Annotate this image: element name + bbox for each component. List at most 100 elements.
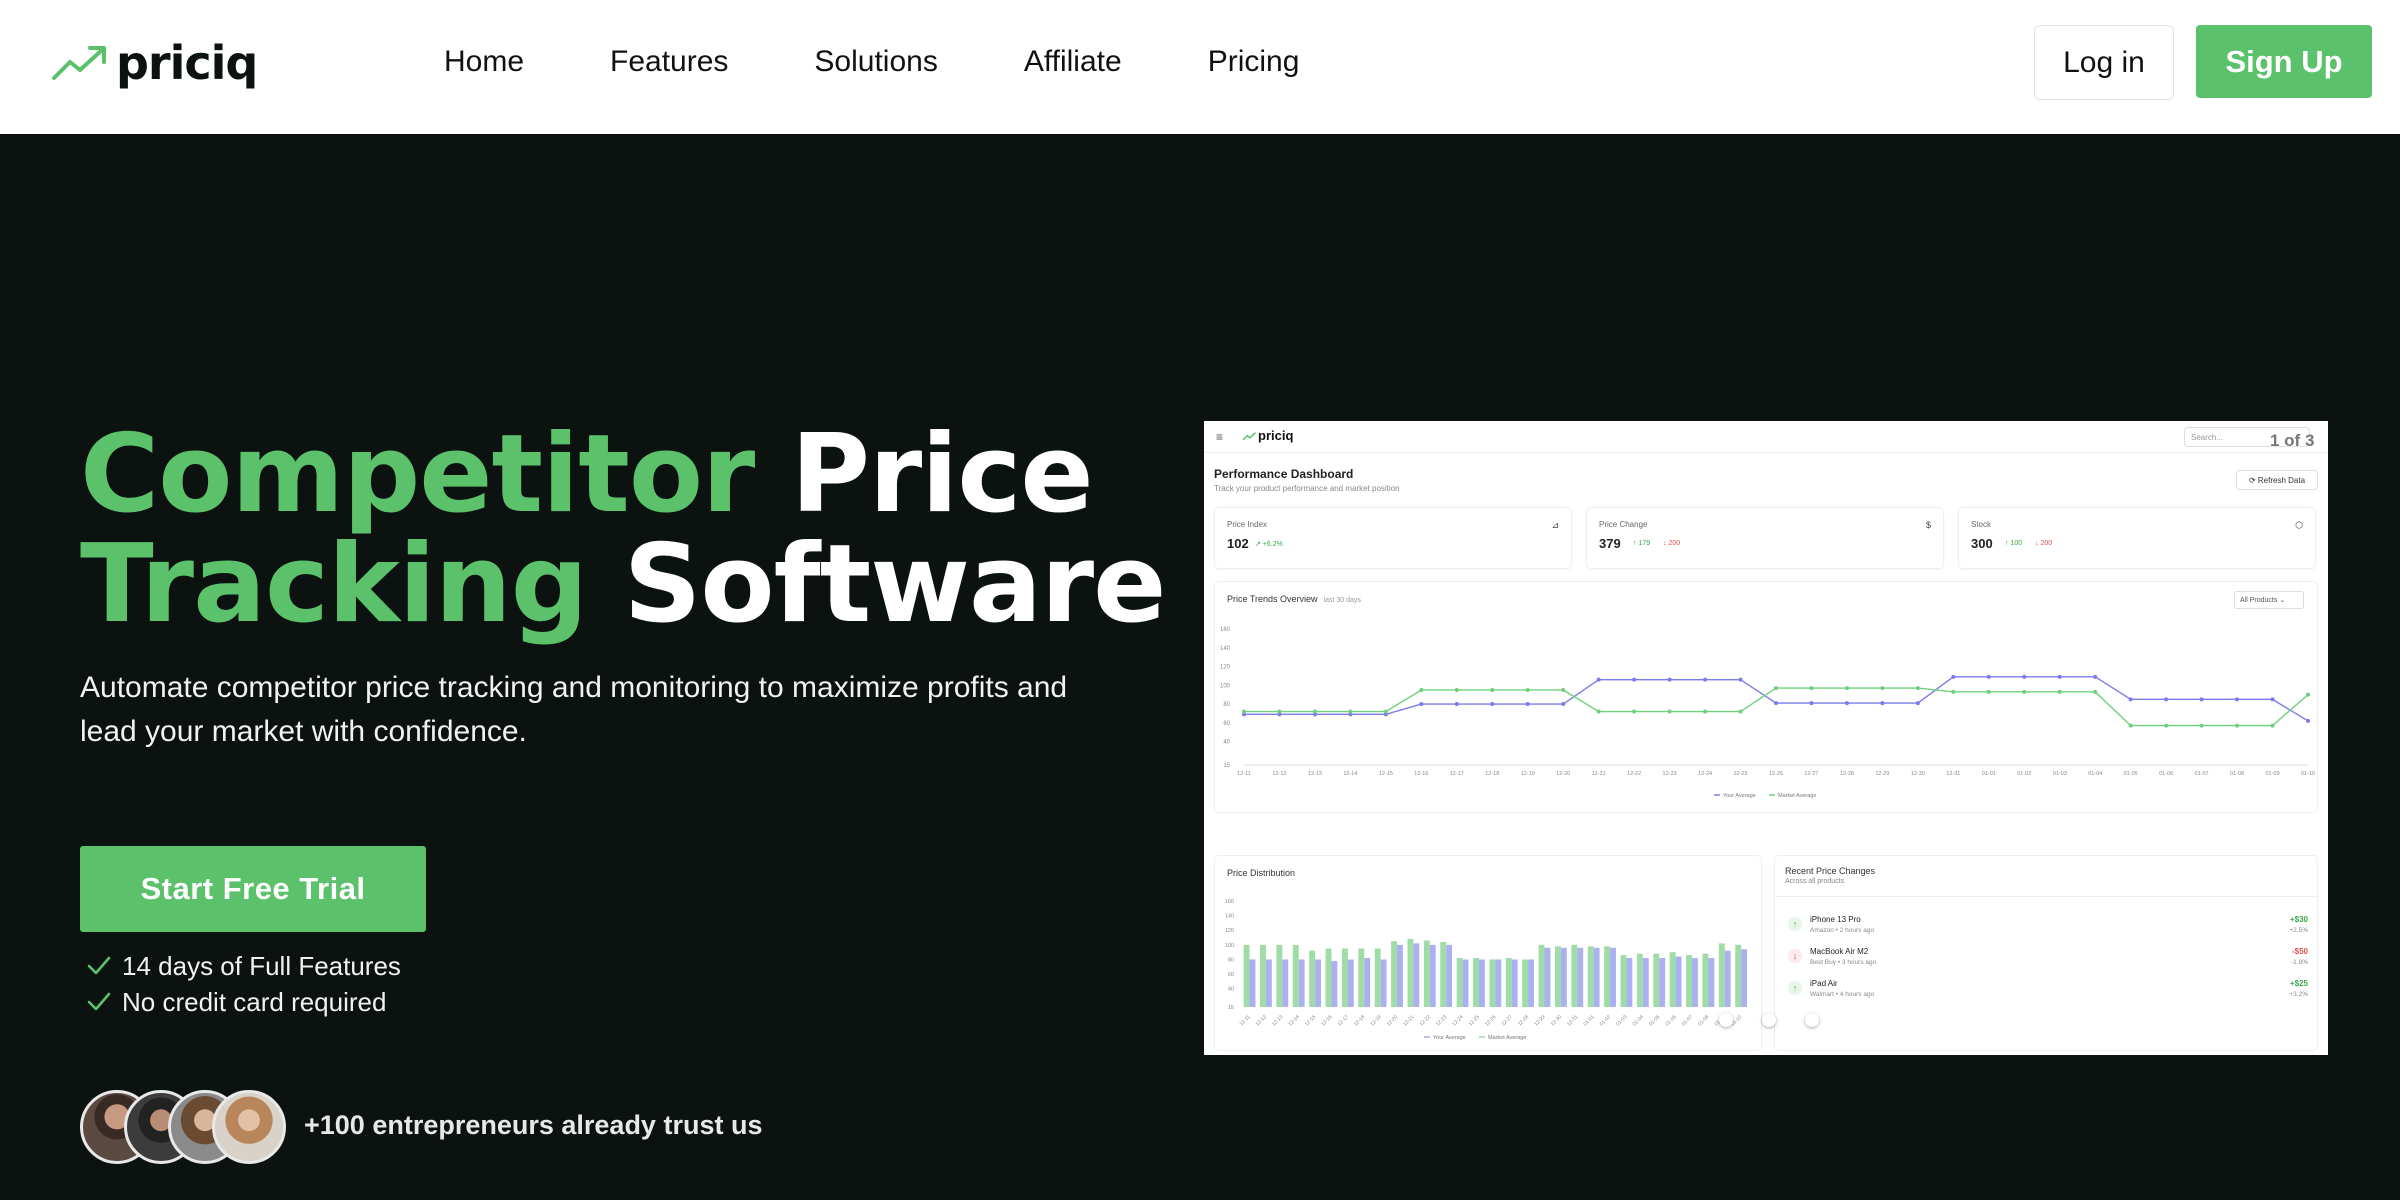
- x-tick-label: 01-10: [2301, 771, 2315, 777]
- bar: [1473, 958, 1479, 1007]
- brand-logo[interactable]: priciq: [50, 36, 258, 90]
- x-tick-label: 01-09: [2265, 771, 2279, 777]
- login-button[interactable]: Log in: [2034, 25, 2174, 100]
- y-tick-label: 160: [1225, 899, 1234, 905]
- data-point: [1703, 709, 1708, 714]
- data-point: [1454, 702, 1459, 707]
- x-tick-label: 01-04: [1632, 1014, 1645, 1027]
- carousel-dot[interactable]: [1719, 1013, 1733, 1027]
- x-tick-label: 12-21: [1402, 1014, 1415, 1027]
- recent-change-row[interactable]: ↑ iPad Air Walmart • 4 hours ago +$25 +3.2%: [1784, 975, 2314, 1003]
- signup-button[interactable]: Sign Up: [2196, 25, 2372, 98]
- nav-link-features[interactable]: Features: [610, 40, 728, 84]
- product-meta: Walmart • 4 hours ago: [1810, 991, 1875, 998]
- product-name: MacBook Air M2: [1810, 947, 1869, 956]
- x-tick-label: 12-25: [1468, 1014, 1481, 1027]
- price-trends-label: Price Trends Overview: [1227, 594, 1318, 604]
- legend-label: Market Average: [1488, 1035, 1526, 1041]
- data-point: [1703, 677, 1708, 682]
- x-tick-label: 12-15: [1304, 1014, 1317, 1027]
- dashboard-preview: ≡ priciq Search... 1 of 3 Performance Da…: [1204, 421, 2328, 1055]
- bar: [1249, 959, 1256, 1007]
- data-point: [2128, 723, 2133, 728]
- data-point: [2199, 723, 2204, 728]
- x-tick-label: 12-28: [1840, 771, 1854, 777]
- price-trends-chart: 160 140 120 100 80 60 40 15 12-11 12-12 12-13 12-14…: [1220, 627, 2315, 799]
- legend-label: Market Average: [1778, 793, 1816, 799]
- top-navbar: priciq Home Features Solutions Affiliate…: [0, 0, 2400, 134]
- carousel-dot[interactable]: [1762, 1013, 1776, 1027]
- bar: [1309, 950, 1316, 1007]
- hero-subtitle: Automate competitor price tracking and m…: [80, 671, 1068, 748]
- x-tick-label: 12-18: [1353, 1014, 1366, 1027]
- data-point: [1738, 677, 1743, 682]
- data-point: [1844, 701, 1849, 706]
- data-point: [2270, 697, 2275, 702]
- product-filter-select[interactable]: All Products ⌄: [2234, 591, 2304, 609]
- data-point: [1348, 709, 1353, 714]
- nav-link-affiliate[interactable]: Affiliate: [1024, 40, 1122, 84]
- y-tick-label: 15: [1228, 1005, 1234, 1011]
- x-tick-label: 12-12: [1272, 771, 1286, 777]
- bar: [1702, 953, 1709, 1007]
- stat-value: 379: [1599, 536, 1621, 551]
- bar: [1407, 939, 1414, 1007]
- data-point: [1242, 709, 1246, 714]
- data-point: [2164, 697, 2169, 702]
- bar: [1380, 959, 1387, 1007]
- stat-down: ↓ 200: [2035, 540, 2053, 547]
- nav-link-solutions[interactable]: Solutions: [814, 40, 937, 84]
- bar: [1429, 944, 1436, 1007]
- carousel-dot[interactable]: [1805, 1013, 1819, 1027]
- data-point: [1596, 709, 1601, 714]
- data-point: [1738, 709, 1743, 714]
- x-tick-label: 12-24: [1451, 1014, 1464, 1027]
- nav-link-pricing[interactable]: Pricing: [1208, 40, 1300, 84]
- y-tick-label: 120: [1220, 665, 1231, 671]
- hero-title: Competitor Price Tracking Software: [80, 420, 1166, 640]
- y-tick-label: 60: [1228, 972, 1234, 978]
- stat-up: ↗ +6.2%: [1255, 541, 1283, 548]
- y-tick-label: 120: [1225, 928, 1234, 934]
- chevron-down-icon: ⌄: [2279, 597, 2286, 604]
- bar: [1276, 944, 1283, 1007]
- arrow-up-icon: ↑: [1788, 917, 1802, 931]
- menu-icon[interactable]: ≡: [1216, 430, 1223, 444]
- price-delta: +$30: [2289, 915, 2308, 924]
- start-trial-button[interactable]: Start Free Trial: [80, 846, 426, 932]
- nav-link-home[interactable]: Home: [444, 40, 524, 84]
- product-meta: Amazon • 2 hours ago: [1810, 927, 1875, 934]
- data-point: [1454, 687, 1459, 692]
- bar: [1495, 959, 1502, 1007]
- data-point: [1880, 701, 1885, 706]
- recent-change-row[interactable]: ↑ iPhone 13 Pro Amazon • 2 hours ago +$30 +2…: [1784, 911, 2314, 939]
- bar: [1593, 947, 1600, 1007]
- x-tick-label: 12-27: [1501, 1014, 1514, 1027]
- bar: [1653, 953, 1660, 1007]
- bar: [1642, 958, 1649, 1007]
- stat-value: 300: [1971, 536, 1993, 551]
- recent-change-row[interactable]: ↓ MacBook Air M2 Best Buy • 3 hours ago -$5…: [1784, 943, 2314, 971]
- x-tick-label: 01-02: [2017, 771, 2031, 777]
- dashboard-logo: priciq: [1242, 428, 1293, 443]
- bar: [1413, 943, 1420, 1007]
- price-delta-percent: +2.5%: [2289, 927, 2308, 934]
- x-tick-label: 01-08: [1697, 1014, 1710, 1027]
- data-point: [2022, 674, 2027, 679]
- bar: [1571, 944, 1578, 1007]
- x-tick-label: 01-06: [1664, 1014, 1677, 1027]
- x-tick-label: 12-13: [1271, 1014, 1284, 1027]
- x-tick-label: 01-08: [2230, 771, 2244, 777]
- stat-up: ↑ 179: [1633, 540, 1651, 547]
- product-meta: Best Buy • 3 hours ago: [1810, 959, 1877, 966]
- data-point: [2093, 689, 2098, 694]
- refresh-button[interactable]: ⟳ Refresh Data: [2236, 470, 2318, 490]
- price-delta-percent: +3.2%: [2289, 991, 2308, 998]
- bar: [1358, 948, 1365, 1007]
- x-tick-label: 01-04: [2088, 771, 2102, 777]
- bar: [1735, 944, 1742, 1007]
- check-item-label: 14 days of Full Features: [122, 950, 401, 981]
- series-line: [1244, 687, 2309, 727]
- price-delta: -$50: [2291, 947, 2308, 956]
- x-tick-label: 12-22: [1627, 771, 1641, 777]
